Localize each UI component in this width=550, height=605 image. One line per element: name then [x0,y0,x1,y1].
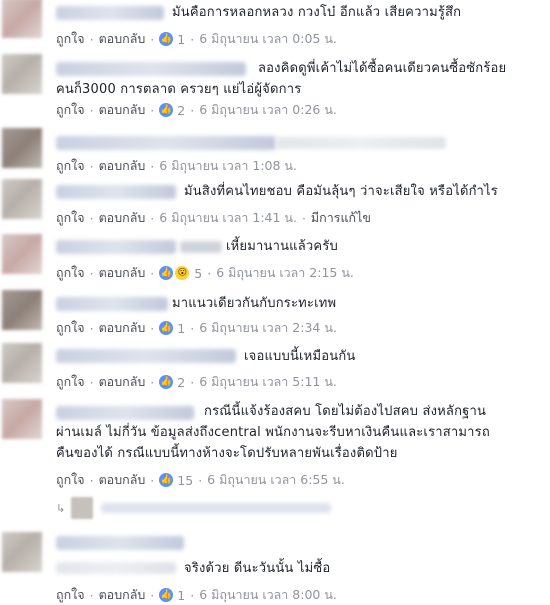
reaction-count[interactable]: 1 [177,321,185,336]
comment-actions: ถูกใจ · ตอบกลับ · 👍 1 · 6 มิถุนายน เวลา 8:0… [56,586,337,604]
timestamp[interactable]: 6 มิถุนายน เวลา 2:15 น. [216,263,354,283]
like-link[interactable]: ถูกใจ [56,318,85,338]
avatar[interactable] [2,532,42,572]
commenter-name-redacted[interactable] [56,536,184,550]
thumbs-up-icon[interactable]: 👍 [159,32,174,46]
wow-reaction-icon[interactable]: 😮 [174,265,191,281]
replies-preview[interactable]: ↳ [56,497,332,519]
reply-link[interactable]: ตอบกลับ [99,100,146,120]
comment-text-redacted [276,137,446,149]
comment-text: มันคือการหลอกหลวง กวงโบ๋ อีกแล้ว เสียควา… [172,5,462,20]
comment-text: กรณีนี้แจ้งร้องสคบ โดยไม่ต้องไปสคบ ส่งหล… [56,404,490,461]
comment-actions: ถูกใจ · ตอบกลับ · 👍 1 · 6 มิถุนายน เวลา 0:0… [56,30,337,48]
comment-actions: ถูกใจ · ตอบกลับ · 👍 😮 5 · 6 มิถุนายน เวลา 2:… [56,264,354,282]
like-link[interactable]: ถูกใจ [56,372,85,392]
reply-link[interactable]: ตอบกลับ [99,470,146,490]
reaction-count[interactable]: 15 [177,473,193,488]
reply-link[interactable]: ตอบกลับ [99,156,146,176]
reaction-count[interactable]: 2 [177,103,185,118]
reply-link[interactable]: ตอบกลับ [99,208,146,228]
comment-text: มาแนวเดียวกันกับกระทะเทพ [172,296,337,311]
reaction-count[interactable]: 2 [177,375,185,390]
timestamp[interactable]: 6 มิถุนายน เวลา 6:55 น. [207,470,345,490]
comment-actions: ถูกใจ · ตอบกลับ · 6 มิถุนายน เวลา 1:41 น. ·… [56,209,371,227]
avatar[interactable] [2,54,42,94]
timestamp[interactable]: 6 มิถุนายน เวลา 2:34 น. [199,318,337,338]
thumbs-up-icon[interactable]: 👍 [159,103,174,117]
thumbs-up-icon[interactable]: 👍 [159,266,174,280]
like-link[interactable]: ถูกใจ [56,208,85,228]
comment-text: จริงด้วย ดีนะวันนั้น ไม่ซื้อ [184,561,331,576]
like-link[interactable]: ถูกใจ [56,100,85,120]
reaction-count[interactable]: 5 [194,266,202,281]
comment-text: ลองคิดดูพี่เค้าไม่ได้ซื้อคนเดียวคนซื้อซั… [56,61,507,97]
comment-text: เจอแบบนี้เหมือนกัน [244,349,356,364]
like-link[interactable]: ถูกใจ [56,156,85,176]
timestamp[interactable]: 6 มิถุนายน เวลา 0:05 น. [199,29,337,49]
comment-text: มันสิงที่คนไทยชอบ คือมันลุ้นๆ ว่าจะเสียใ… [184,184,498,199]
avatar[interactable] [2,179,42,219]
avatar[interactable] [2,0,42,38]
like-link[interactable]: ถูกใจ [56,470,85,490]
thumbs-up-icon[interactable]: 👍 [159,588,174,602]
comment-text: เหี้ยมานานแล้วครับ [226,239,338,254]
comment-actions: ถูกใจ · ตอบกลับ · 👍 2 · 6 มิถุนายน เวลา 0:2… [56,101,337,119]
comment-actions: ถูกใจ · ตอบกลับ · 👍 2 · 6 มิถุนายน เวลา 5:1… [56,373,337,391]
commenter-name-redacted[interactable] [56,297,168,311]
timestamp[interactable]: 6 มิถุนายน เวลา 8:00 น. [199,585,337,605]
comment-actions: ถูกใจ · ตอบกลับ · 👍 1 · 6 มิถุนายน เวลา 2:3… [56,319,337,337]
timestamp[interactable]: 6 มิถุนายน เวลา 5:11 น. [199,372,337,392]
reply-link[interactable]: ตอบกลับ [99,585,146,605]
timestamp[interactable]: 6 มิถุนายน เวลา 1:08 น. [159,156,297,176]
avatar [71,497,94,519]
reaction-count[interactable]: 1 [177,32,185,47]
commenter-name-redacted[interactable] [56,185,176,199]
reaction-count[interactable]: 1 [177,588,185,603]
like-link[interactable]: ถูกใจ [56,263,85,283]
commenter-name-redacted[interactable] [56,136,276,150]
reply-arrow-icon: ↳ [56,501,66,515]
avatar[interactable] [2,290,42,330]
timestamp[interactable]: 6 มิถุนายน เวลา 0:26 น. [199,100,337,120]
comment-text-redacted [56,562,176,574]
commenter-name-redacted[interactable] [56,349,236,363]
thumbs-up-icon[interactable]: 👍 [159,321,174,335]
timestamp[interactable]: 6 มิถุนายน เวลา 1:41 น. [159,208,297,228]
commenter-name-redacted[interactable] [56,240,176,254]
avatar[interactable] [2,128,42,168]
reply-link[interactable]: ตอบกลับ [99,318,146,338]
reply-link[interactable]: ตอบกลับ [99,263,146,283]
like-link[interactable]: ถูกใจ [56,585,85,605]
reply-preview-redacted [101,503,332,513]
thumbs-up-icon[interactable]: 👍 [159,473,174,487]
thumbs-up-icon[interactable]: 👍 [159,375,174,389]
name-suffix-redacted [180,241,222,253]
reply-link[interactable]: ตอบกลับ [99,372,146,392]
avatar[interactable] [2,234,42,274]
comment-actions: ถูกใจ · ตอบกลับ · 👍 15 · 6 มิถุนายน เวลา 6:… [56,471,345,489]
avatar[interactable] [2,399,42,439]
commenter-name-redacted[interactable] [56,6,164,20]
reply-link[interactable]: ตอบกลับ [99,29,146,49]
avatar[interactable] [2,343,42,383]
comment-actions: ถูกใจ · ตอบกลับ · 6 มิถุนายน เวลา 1:08 น. [56,157,297,175]
edited-link[interactable]: มีการแก้ไข [311,208,371,228]
like-link[interactable]: ถูกใจ [56,29,85,49]
